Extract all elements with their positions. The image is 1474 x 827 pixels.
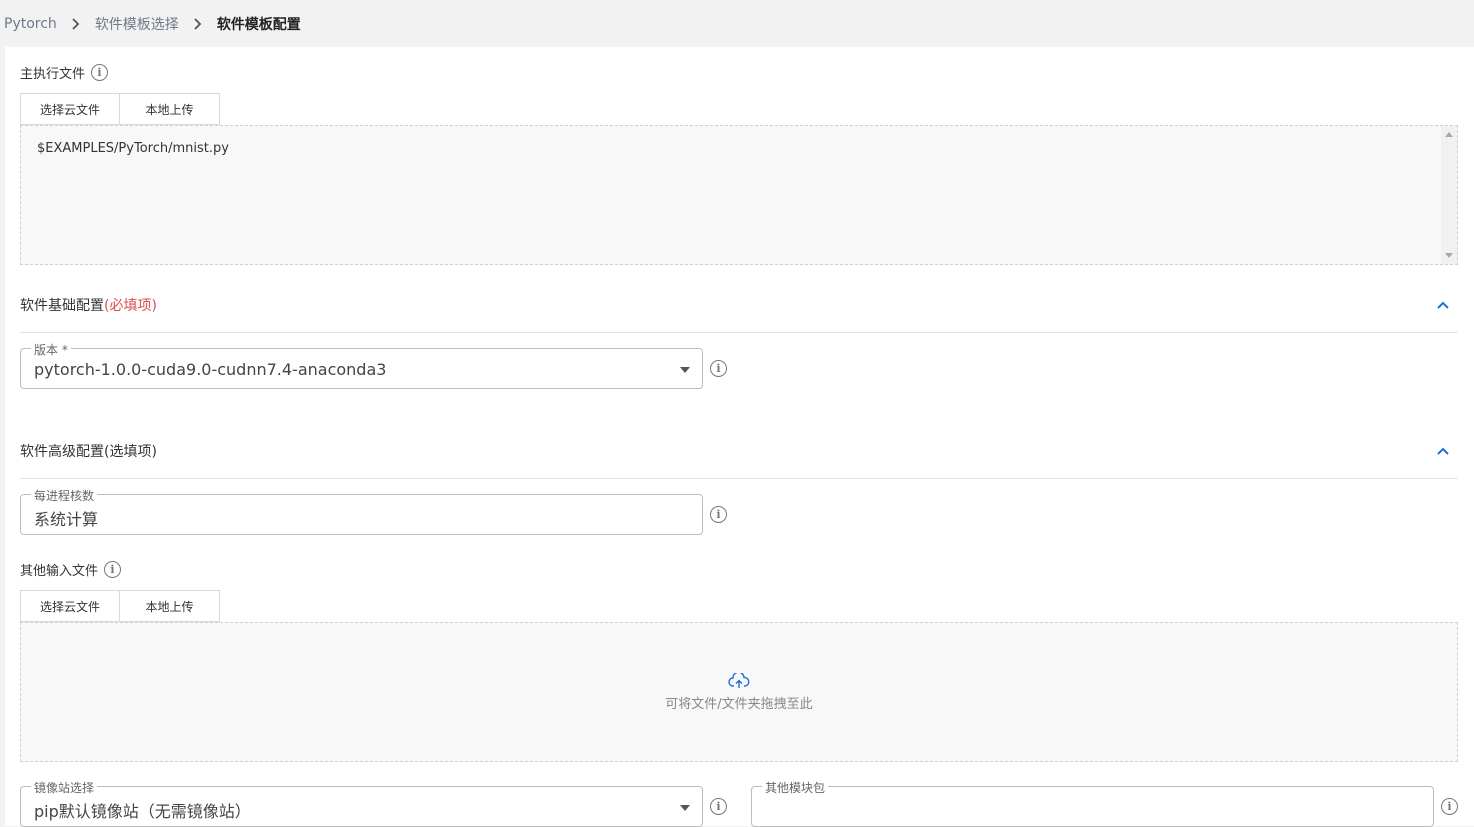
version-select[interactable]: 版本 * pytorch-1.0.0-cuda9.0-cudnn7.4-anac…	[20, 341, 703, 389]
advanced-config-header[interactable]: 软件高级配置(选填项)	[20, 424, 1458, 479]
caret-down-icon[interactable]	[680, 367, 690, 373]
other-modules-input[interactable]: 其他模块包	[751, 779, 1434, 827]
breadcrumb-item-pytorch[interactable]: Pytorch	[4, 16, 57, 32]
info-icon[interactable]: i	[710, 360, 727, 377]
caret-down-icon[interactable]	[680, 805, 690, 811]
cores-per-process-input[interactable]: 每进程核数 系统计算	[20, 487, 703, 535]
version-legend: 版本 *	[31, 341, 71, 358]
other-files-buttons: 选择云文件 本地上传	[20, 590, 220, 622]
config-panel: 主执行文件 i 选择云文件 本地上传 $EXAMPLES/PyTorch/mni…	[5, 47, 1474, 827]
mirror-value: pip默认镜像站（无需镜像站）	[34, 802, 251, 821]
cores-value: 系统计算	[34, 510, 99, 529]
breadcrumb-item-template-config: 软件模板配置	[216, 16, 301, 33]
local-upload-button[interactable]: 本地上传	[120, 590, 220, 622]
mirror-select[interactable]: 镜像站选择 pip默认镜像站（无需镜像站）	[20, 779, 703, 827]
info-icon[interactable]: i	[91, 64, 109, 81]
mirror-legend: 镜像站选择	[31, 779, 98, 796]
basic-config-title-text: 软件基础配置	[20, 298, 104, 314]
select-cloud-file-button[interactable]: 选择云文件	[20, 590, 120, 622]
file-dropzone[interactable]: 可将文件/文件夹拖拽至此	[20, 622, 1458, 762]
select-cloud-file-button[interactable]: 选择云文件	[20, 93, 120, 125]
version-value: pytorch-1.0.0-cuda9.0-cudnn7.4-anaconda3	[34, 360, 387, 379]
info-icon[interactable]: i	[1441, 798, 1458, 815]
main-file-label: 主执行文件	[20, 67, 86, 82]
breadcrumb: Pytorch 软件模板选择 软件模板配置	[0, 0, 1474, 47]
chevron-up-icon[interactable]	[1436, 446, 1450, 456]
advanced-config-title: 软件高级配置(选填项)	[20, 444, 157, 460]
basic-config-header[interactable]: 软件基础配置(必填项)	[20, 278, 1458, 333]
info-icon[interactable]: i	[104, 561, 122, 578]
main-file-value: $EXAMPLES/PyTorch/mnist.py	[37, 141, 229, 156]
cloud-upload-icon	[728, 672, 750, 688]
cores-legend: 每进程核数	[31, 487, 98, 504]
required-note: (必填项)	[104, 298, 157, 314]
chevron-up-icon[interactable]	[1436, 300, 1450, 310]
main-file-buttons: 选择云文件 本地上传	[20, 93, 220, 125]
textarea-scrollbar[interactable]	[1441, 126, 1457, 264]
dropzone-hint: 可将文件/文件夹拖拽至此	[665, 696, 813, 712]
local-upload-button[interactable]: 本地上传	[120, 93, 220, 125]
info-icon[interactable]: i	[710, 798, 727, 815]
chevron-right-icon	[57, 17, 95, 30]
other-files-label-row: 其他输入文件 i	[20, 560, 122, 579]
modules-legend: 其他模块包	[762, 779, 829, 796]
scroll-up-icon[interactable]	[1445, 132, 1453, 137]
main-file-label-row: 主执行文件 i	[20, 63, 109, 82]
chevron-right-icon	[179, 17, 217, 30]
info-icon[interactable]: i	[710, 506, 727, 523]
other-files-label: 其他输入文件	[20, 564, 99, 579]
scroll-down-icon[interactable]	[1445, 253, 1453, 258]
basic-config-title: 软件基础配置(必填项)	[20, 295, 157, 315]
main-file-textarea[interactable]: $EXAMPLES/PyTorch/mnist.py	[20, 125, 1458, 265]
breadcrumb-item-template-select[interactable]: 软件模板选择	[95, 14, 179, 34]
